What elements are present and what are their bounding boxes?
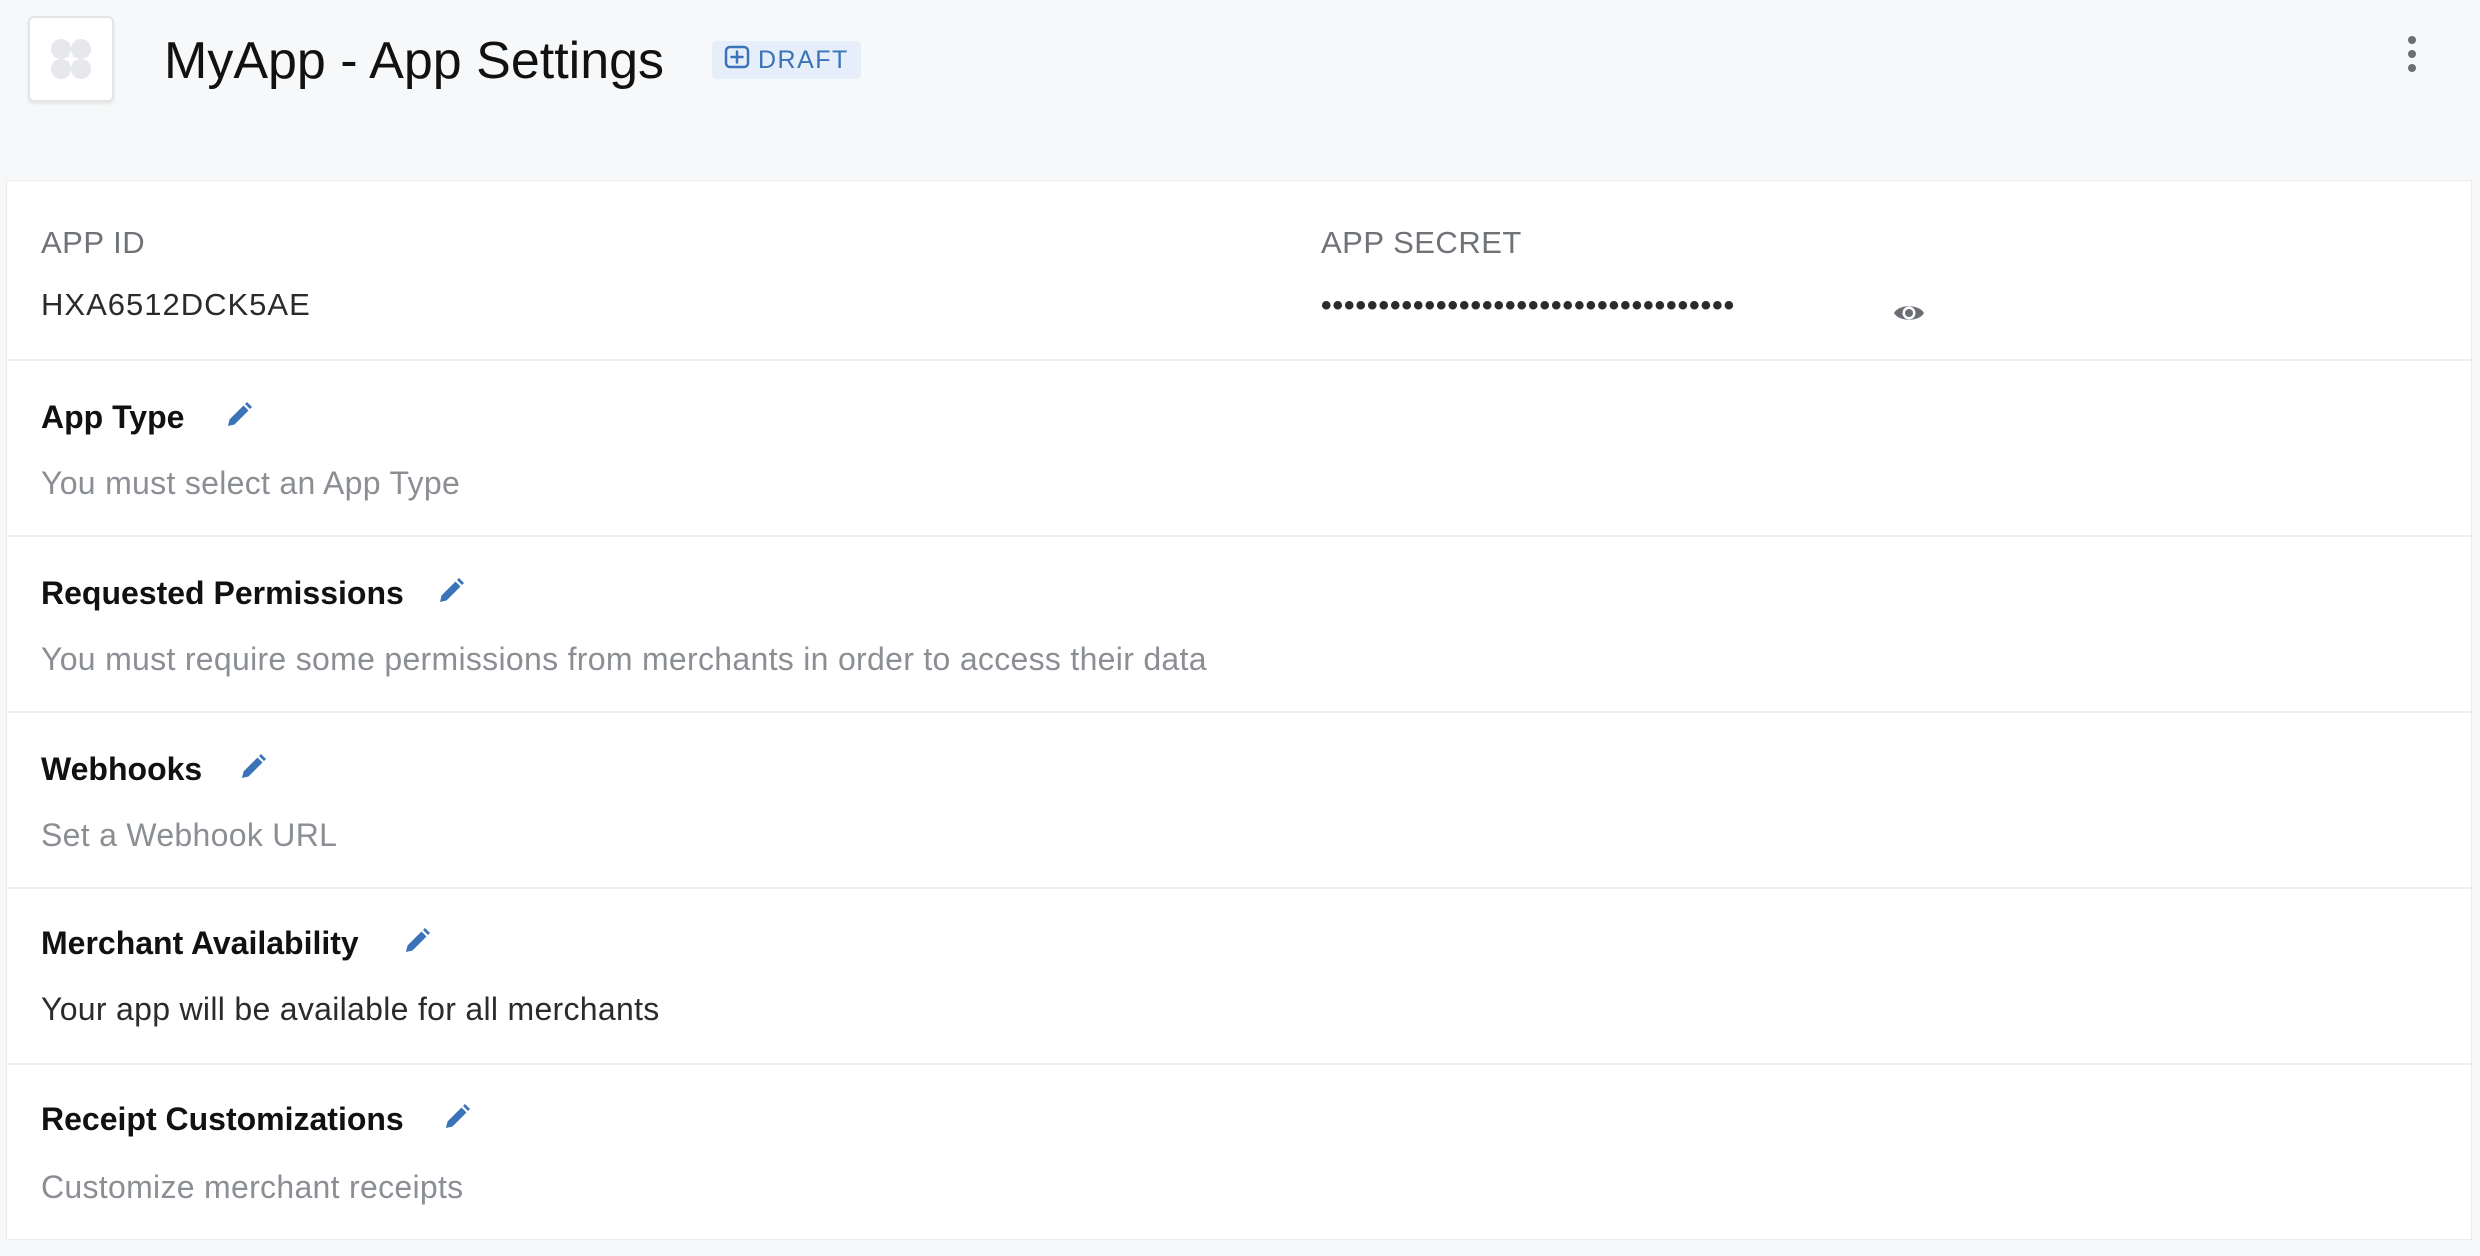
more-vertical-icon (2406, 34, 2418, 79)
app-id-label: APP ID (41, 225, 146, 260)
status-badge: DRAFT (712, 41, 861, 79)
page-title: MyApp - App Settings (164, 32, 665, 90)
pencil-icon (442, 1102, 472, 1137)
section-title: Receipt Customizations (41, 1101, 404, 1137)
eye-icon (1892, 301, 1926, 330)
edit-webhooks-button[interactable] (235, 751, 271, 787)
section-description: You must require some permissions from m… (41, 641, 1207, 677)
app-id-value: HXA6512DCK5AE (41, 287, 311, 322)
edit-app-type-button[interactable] (221, 399, 257, 435)
pencil-icon (402, 926, 432, 961)
pencil-icon (436, 576, 466, 611)
section-description: Customize merchant receipts (41, 1169, 464, 1205)
page-header: MyApp - App Settings DRAFT (0, 0, 2480, 178)
section-receipt-customizations: Receipt Customizations Customize merchan… (7, 1065, 2471, 1241)
section-title: Merchant Availability (41, 925, 359, 961)
edit-receipts-button[interactable] (439, 1101, 475, 1137)
section-title: Webhooks (41, 751, 203, 787)
credentials-row: APP ID HXA6512DCK5AE APP SECRET ••••••••… (7, 181, 2471, 361)
edit-availability-button[interactable] (399, 925, 435, 961)
settings-panel: APP ID HXA6512DCK5AE APP SECRET ••••••••… (6, 180, 2472, 1240)
status-badge-label: DRAFT (758, 45, 849, 74)
edit-permissions-button[interactable] (433, 575, 469, 611)
app-secret-value: •••••••••••••••••••••••••••••••••••• (1321, 289, 1736, 322)
section-permissions: Requested Permissions You must require s… (7, 537, 2471, 713)
section-webhooks: Webhooks Set a Webhook URL (7, 713, 2471, 889)
section-app-type: App Type You must select an App Type (7, 361, 2471, 537)
section-merchant-availability: Merchant Availability Your app will be a… (7, 889, 2471, 1065)
section-title: App Type (41, 399, 185, 435)
pencil-icon (238, 752, 268, 787)
section-description: You must select an App Type (41, 465, 461, 501)
reveal-secret-button[interactable] (1889, 295, 1929, 335)
more-options-button[interactable] (2396, 32, 2428, 80)
section-title: Requested Permissions (41, 575, 404, 611)
pencil-icon (224, 400, 254, 435)
section-description: Your app will be available for all merch… (41, 991, 660, 1027)
app-placeholder-icon (28, 16, 114, 102)
plus-box-icon (724, 44, 750, 77)
app-secret-label: APP SECRET (1321, 225, 1522, 260)
section-description: Set a Webhook URL (41, 817, 338, 853)
